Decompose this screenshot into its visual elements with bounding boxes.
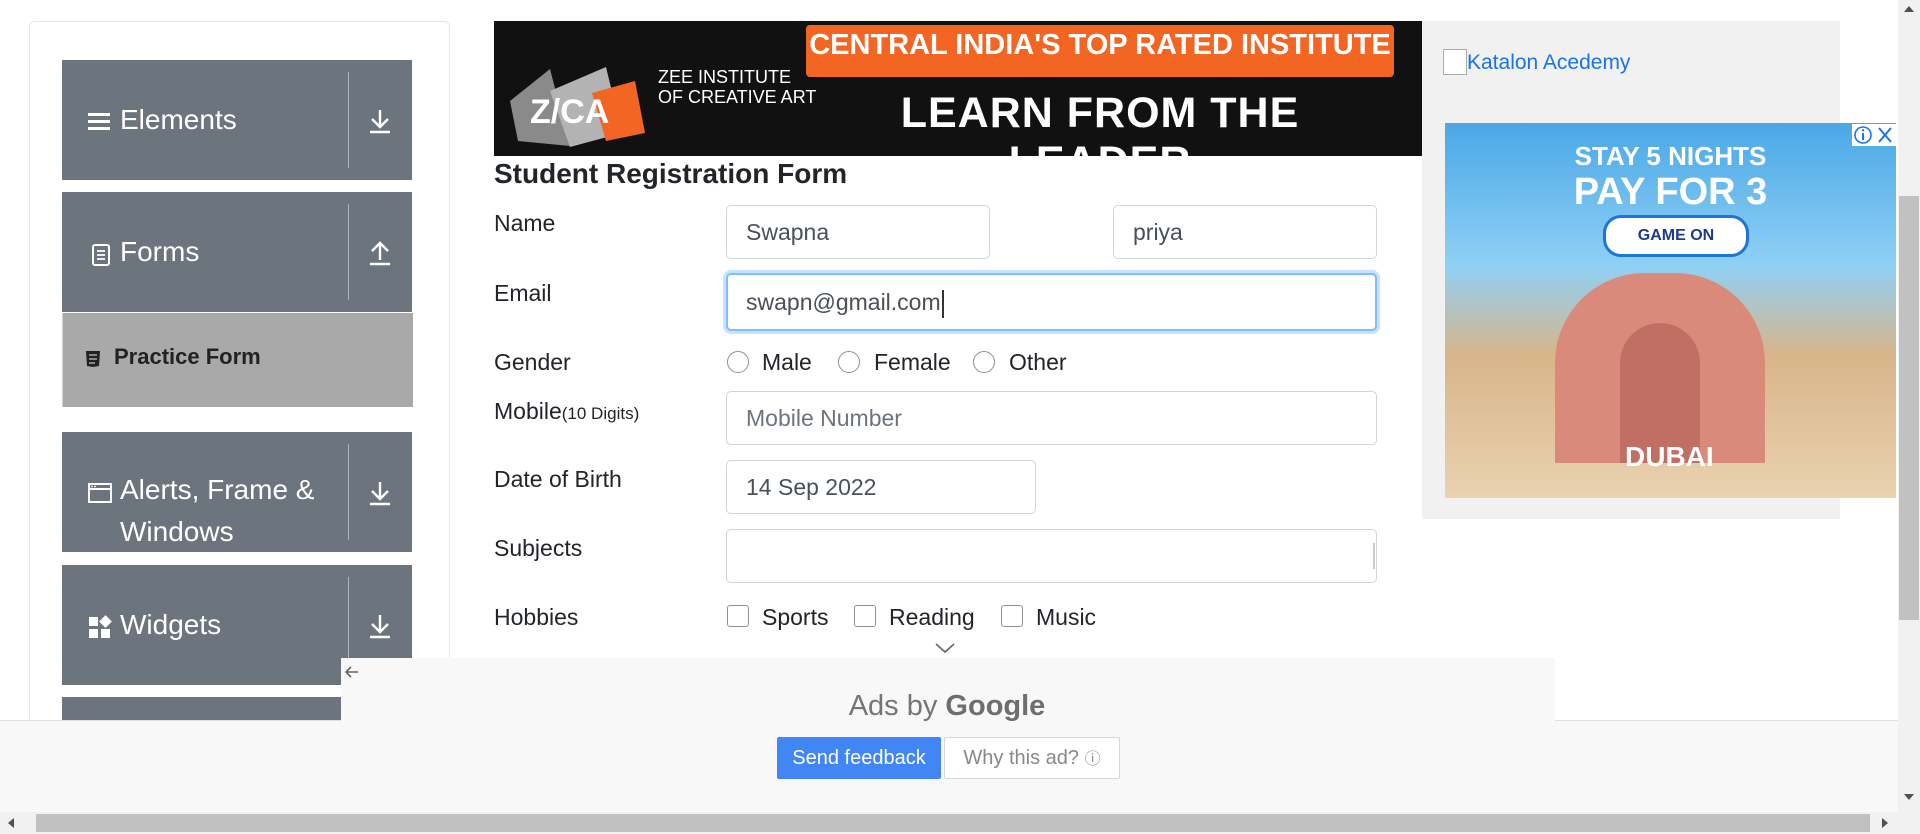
ad-line1: STAY 5 NIGHTS xyxy=(1574,141,1767,171)
send-feedback-button[interactable]: Send feedback xyxy=(777,737,941,779)
scroll-left-arrow-icon[interactable] xyxy=(6,816,16,830)
banner-ad[interactable]: Z/CA ZEE INSTITUTE OF CREATIVE ART CENTRA… xyxy=(494,21,1423,156)
gender-female-radio[interactable] xyxy=(838,351,860,373)
download-arrow-icon[interactable] xyxy=(367,611,393,641)
sidebar-group-label: Elements xyxy=(120,104,237,135)
dob-label: Date of Birth xyxy=(494,466,622,492)
zica-logo: Z/CA xyxy=(510,67,645,147)
menu-icon xyxy=(88,113,110,130)
form-icon xyxy=(86,351,100,367)
katalon-ad-link[interactable]: Katalon Acedemy xyxy=(1467,51,1630,75)
banner-headline: CENTRAL INDIA'S TOP RATED INSTITUTE xyxy=(809,29,1391,61)
gender-other-radio[interactable] xyxy=(973,351,995,373)
gender-male-label[interactable]: Male xyxy=(762,349,812,376)
sidebar-group-label: Forms xyxy=(120,236,200,267)
hobby-sports-label[interactable]: Sports xyxy=(762,604,828,631)
broken-image-icon xyxy=(1443,49,1467,75)
sidebar-group-forms[interactable]: Forms xyxy=(62,192,412,312)
gender-female-label[interactable]: Female xyxy=(874,349,951,376)
dob-input[interactable]: 14 Sep 2022 xyxy=(726,460,1036,514)
ad-brand: DUBAI xyxy=(1625,441,1714,472)
gender-male-radio[interactable] xyxy=(727,351,749,373)
download-arrow-icon[interactable] xyxy=(367,106,393,136)
info-icon: ⓘ xyxy=(1084,751,1101,768)
form-title: Student Registration Form xyxy=(494,158,848,189)
sidebar-group-label: Widgets xyxy=(120,609,222,640)
name-label: Name xyxy=(494,210,556,236)
sidebar-item-practice-form[interactable]: Practice Form xyxy=(62,313,413,407)
last-name-input[interactable]: priya xyxy=(1113,205,1377,259)
adchoices-info-icon[interactable] xyxy=(1854,126,1872,144)
hobby-sports-checkbox[interactable] xyxy=(727,605,749,627)
ad-line2: PAY FOR 3 xyxy=(1573,171,1768,213)
mobile-hint: (10 Digits) xyxy=(561,404,640,423)
hobby-music-label[interactable]: Music xyxy=(1036,604,1096,631)
ad-controls xyxy=(1852,124,1896,146)
upload-arrow-icon[interactable] xyxy=(367,238,393,268)
subjects-indicator xyxy=(1373,543,1375,569)
sidebar-item-label: Practice Form xyxy=(114,344,261,369)
subjects-label: Subjects xyxy=(494,535,583,561)
dubai-ad-image[interactable]: STAY 5 NIGHTS PAY FOR 3 GAME ON DUBAI xyxy=(1445,123,1896,498)
ads-by-google: Ads by Google xyxy=(848,690,1046,722)
sidebar-group-label: Alerts, Frame & xyxy=(120,474,315,505)
divider xyxy=(348,444,349,540)
hobby-music-checkbox[interactable] xyxy=(1001,605,1023,627)
horizontal-scrollbar-thumb[interactable] xyxy=(36,814,1870,832)
document-icon xyxy=(92,244,110,266)
gender-label: Gender xyxy=(494,349,571,375)
sidebar-group-label-line2: Windows xyxy=(120,516,234,547)
game-on-button[interactable]: GAME ON xyxy=(1603,215,1749,257)
hobby-reading-label[interactable]: Reading xyxy=(889,604,975,631)
sidebar-group-elements[interactable]: Elements xyxy=(62,60,412,180)
sidebar-group-alerts[interactable]: Alerts, Frame & Windows xyxy=(62,432,412,552)
widgets-icon xyxy=(89,615,112,638)
scroll-down-arrow-icon[interactable] xyxy=(1902,792,1916,802)
scroll-right-arrow-icon[interactable] xyxy=(1880,816,1890,830)
vertical-scrollbar-thumb[interactable] xyxy=(1899,196,1919,620)
first-name-input[interactable]: Swapna xyxy=(726,205,990,259)
chevron-down-icon[interactable] xyxy=(934,641,956,655)
scroll-up-arrow-icon[interactable] xyxy=(1902,4,1916,14)
subjects-input[interactable] xyxy=(726,529,1377,583)
bottom-ad-panel xyxy=(341,658,1555,812)
email-label: Email xyxy=(494,280,552,306)
hobbies-label: Hobbies xyxy=(494,604,579,630)
gender-other-label[interactable]: Other xyxy=(1009,349,1067,376)
back-arrow-icon[interactable] xyxy=(343,663,361,681)
text-cursor xyxy=(941,289,944,318)
email-input[interactable]: swapn@gmail.com xyxy=(726,273,1377,331)
logo-text: Z/CA xyxy=(530,93,609,131)
banner-tagline: LEARN FROM THE LEADER xyxy=(900,89,1300,156)
divider xyxy=(348,204,349,300)
mobile-input[interactable]: Mobile Number xyxy=(726,391,1377,445)
window-icon xyxy=(88,483,112,503)
institute-name: ZEE INSTITUTE OF CREATIVE ART xyxy=(658,67,817,107)
hobby-reading-checkbox[interactable] xyxy=(854,605,876,627)
close-ad-icon[interactable] xyxy=(1878,127,1892,143)
mobile-label: Mobile(10 Digits) xyxy=(494,398,640,424)
why-this-ad-button[interactable]: Why this ad? ⓘ xyxy=(944,737,1120,779)
divider xyxy=(348,72,349,168)
download-arrow-icon[interactable] xyxy=(367,478,393,508)
